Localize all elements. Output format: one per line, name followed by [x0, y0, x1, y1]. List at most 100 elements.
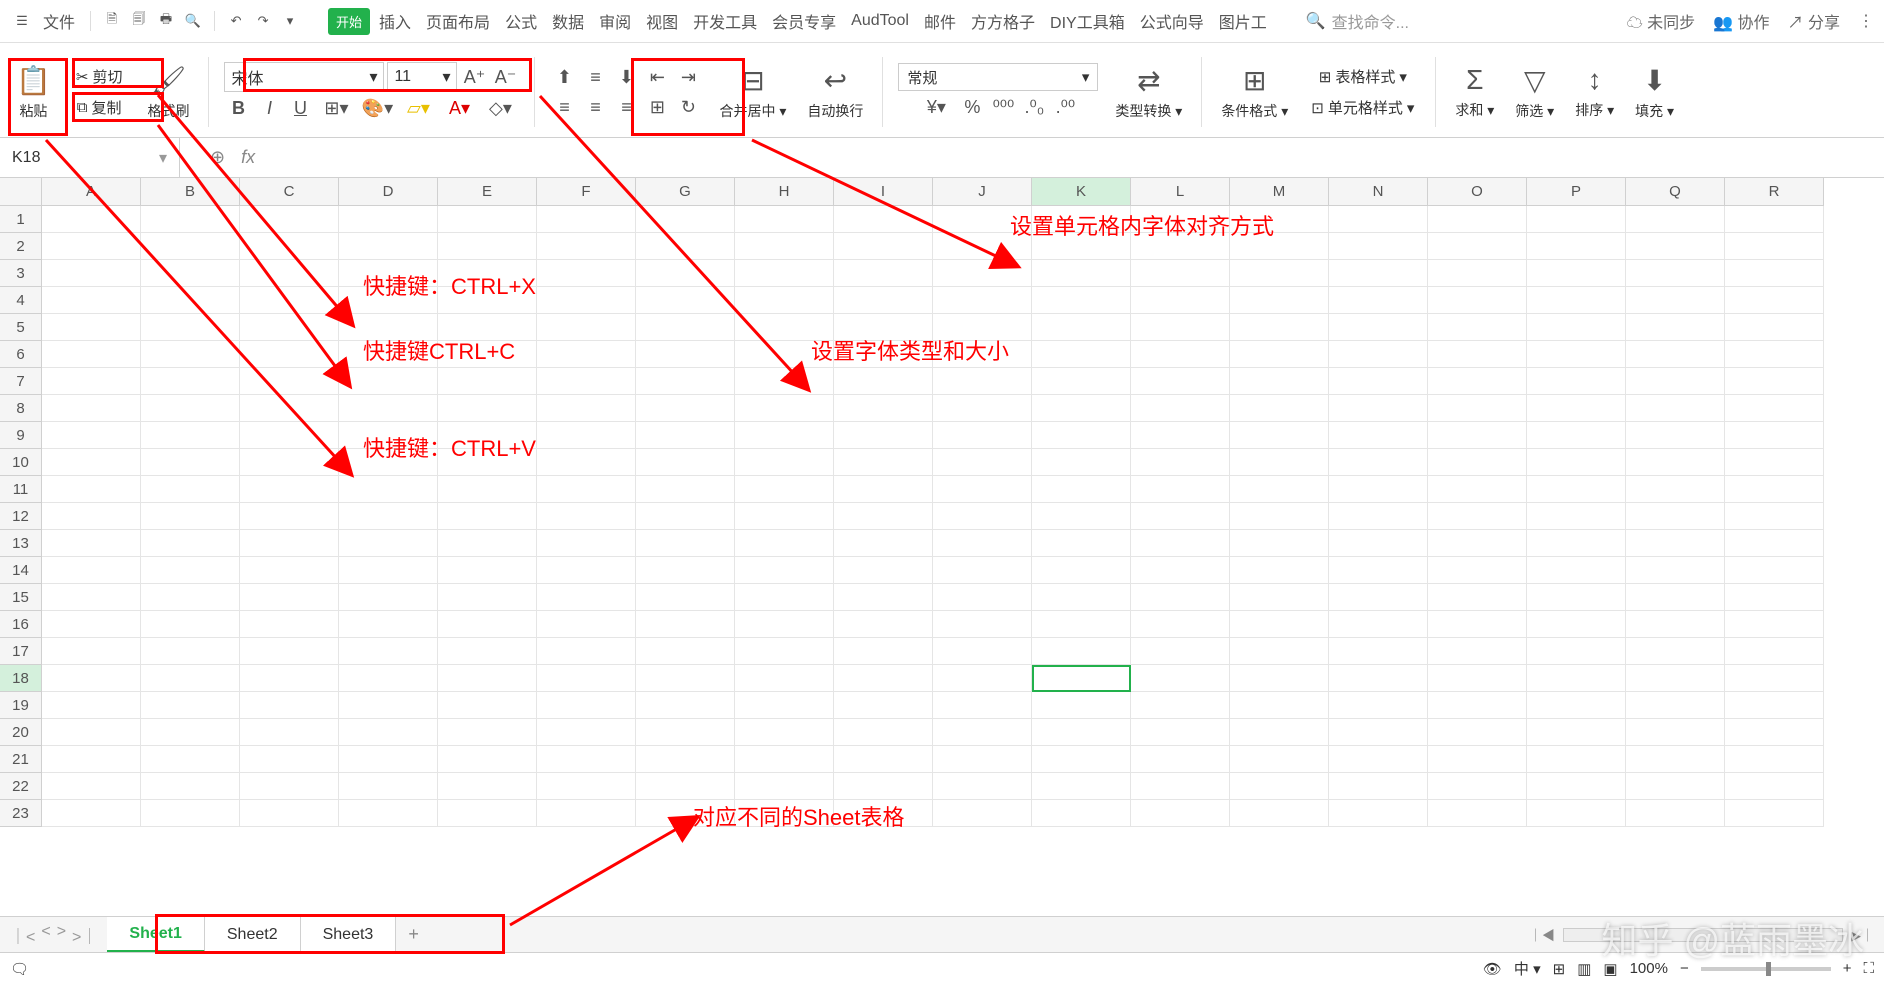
- cell-Q14[interactable]: [1626, 557, 1725, 584]
- cell-F1[interactable]: [537, 206, 636, 233]
- tab-member[interactable]: 会员专享: [766, 5, 842, 37]
- cell-Q22[interactable]: [1626, 773, 1725, 800]
- cell-N21[interactable]: [1329, 746, 1428, 773]
- cell-B7[interactable]: [141, 368, 240, 395]
- cell-J23[interactable]: [933, 800, 1032, 827]
- cell-M22[interactable]: [1230, 773, 1329, 800]
- cell-G21[interactable]: [636, 746, 735, 773]
- cell-G9[interactable]: [636, 422, 735, 449]
- row-header-7[interactable]: 7: [0, 368, 42, 395]
- zoom-in-icon[interactable]: +: [1843, 960, 1852, 977]
- cell-N3[interactable]: [1329, 260, 1428, 287]
- cell-H9[interactable]: [735, 422, 834, 449]
- cell-C17[interactable]: [240, 638, 339, 665]
- cell-A19[interactable]: [42, 692, 141, 719]
- cell-O20[interactable]: [1428, 719, 1527, 746]
- cell-R1[interactable]: [1725, 206, 1824, 233]
- cell-D8[interactable]: [339, 395, 438, 422]
- cell-G19[interactable]: [636, 692, 735, 719]
- tab-next-icon[interactable]: >: [57, 923, 66, 947]
- cell-C22[interactable]: [240, 773, 339, 800]
- cell-P17[interactable]: [1527, 638, 1626, 665]
- sync-status[interactable]: ☁ 未同步: [1627, 9, 1695, 33]
- zoom-slider[interactable]: [1701, 967, 1831, 971]
- cell-C16[interactable]: [240, 611, 339, 638]
- bold-icon[interactable]: B: [224, 94, 252, 122]
- cell-D2[interactable]: [339, 233, 438, 260]
- row-header-3[interactable]: 3: [0, 260, 42, 287]
- cell-D12[interactable]: [339, 503, 438, 530]
- cell-K9[interactable]: [1032, 422, 1131, 449]
- cell-J2[interactable]: [933, 233, 1032, 260]
- cell-J4[interactable]: [933, 287, 1032, 314]
- cell-C15[interactable]: [240, 584, 339, 611]
- cell-M7[interactable]: [1230, 368, 1329, 395]
- cell-R9[interactable]: [1725, 422, 1824, 449]
- cell-N14[interactable]: [1329, 557, 1428, 584]
- cell-L5[interactable]: [1131, 314, 1230, 341]
- cell-L4[interactable]: [1131, 287, 1230, 314]
- cell-J17[interactable]: [933, 638, 1032, 665]
- cell-M17[interactable]: [1230, 638, 1329, 665]
- cell-M20[interactable]: [1230, 719, 1329, 746]
- cell-N2[interactable]: [1329, 233, 1428, 260]
- cell-Q12[interactable]: [1626, 503, 1725, 530]
- cell-L14[interactable]: [1131, 557, 1230, 584]
- table-style-button[interactable]: ⊞ 表格样式 ▾: [1313, 62, 1413, 91]
- cell-K18[interactable]: [1032, 665, 1131, 692]
- cell-J14[interactable]: [933, 557, 1032, 584]
- cell-A14[interactable]: [42, 557, 141, 584]
- cell-C4[interactable]: [240, 287, 339, 314]
- cell-M14[interactable]: [1230, 557, 1329, 584]
- cell-A7[interactable]: [42, 368, 141, 395]
- cell-E15[interactable]: [438, 584, 537, 611]
- cell-R15[interactable]: [1725, 584, 1824, 611]
- tab-data[interactable]: 数据: [546, 5, 590, 37]
- cell-L12[interactable]: [1131, 503, 1230, 530]
- cell-style-button[interactable]: ⊡ 单元格样式 ▾: [1305, 93, 1420, 122]
- cell-J1[interactable]: [933, 206, 1032, 233]
- col-header-I[interactable]: I: [834, 178, 933, 206]
- cell-O2[interactable]: [1428, 233, 1527, 260]
- cell-G12[interactable]: [636, 503, 735, 530]
- cell-P7[interactable]: [1527, 368, 1626, 395]
- row-header-18[interactable]: 18: [0, 665, 42, 692]
- cell-H13[interactable]: [735, 530, 834, 557]
- comma-icon[interactable]: ⁰⁰⁰: [989, 93, 1017, 121]
- cell-I3[interactable]: [834, 260, 933, 287]
- view-break-icon[interactable]: ▣: [1603, 960, 1617, 978]
- cell-P1[interactable]: [1527, 206, 1626, 233]
- increase-decimal-icon[interactable]: .⁰₀: [1020, 93, 1048, 121]
- row-header-21[interactable]: 21: [0, 746, 42, 773]
- cell-C6[interactable]: [240, 341, 339, 368]
- cell-C21[interactable]: [240, 746, 339, 773]
- align-bottom-icon[interactable]: ⬇: [612, 63, 640, 91]
- cell-A3[interactable]: [42, 260, 141, 287]
- cell-M11[interactable]: [1230, 476, 1329, 503]
- cell-H23[interactable]: [735, 800, 834, 827]
- dropdown-icon[interactable]: ▾: [278, 9, 302, 33]
- cell-P18[interactable]: [1527, 665, 1626, 692]
- cell-H19[interactable]: [735, 692, 834, 719]
- cell-A2[interactable]: [42, 233, 141, 260]
- cell-E2[interactable]: [438, 233, 537, 260]
- cell-K11[interactable]: [1032, 476, 1131, 503]
- cell-K7[interactable]: [1032, 368, 1131, 395]
- col-header-R[interactable]: R: [1725, 178, 1824, 206]
- row-header-20[interactable]: 20: [0, 719, 42, 746]
- cell-D13[interactable]: [339, 530, 438, 557]
- align-right-icon[interactable]: ≡: [612, 93, 640, 121]
- cell-A8[interactable]: [42, 395, 141, 422]
- cell-B5[interactable]: [141, 314, 240, 341]
- cell-O10[interactable]: [1428, 449, 1527, 476]
- wrap-button[interactable]: ↩ 自动换行: [799, 60, 871, 125]
- cell-M15[interactable]: [1230, 584, 1329, 611]
- cell-F2[interactable]: [537, 233, 636, 260]
- cell-O14[interactable]: [1428, 557, 1527, 584]
- cell-H6[interactable]: [735, 341, 834, 368]
- zoom-value[interactable]: 100%: [1630, 960, 1668, 977]
- cell-I10[interactable]: [834, 449, 933, 476]
- cell-K16[interactable]: [1032, 611, 1131, 638]
- col-header-D[interactable]: D: [339, 178, 438, 206]
- cell-R8[interactable]: [1725, 395, 1824, 422]
